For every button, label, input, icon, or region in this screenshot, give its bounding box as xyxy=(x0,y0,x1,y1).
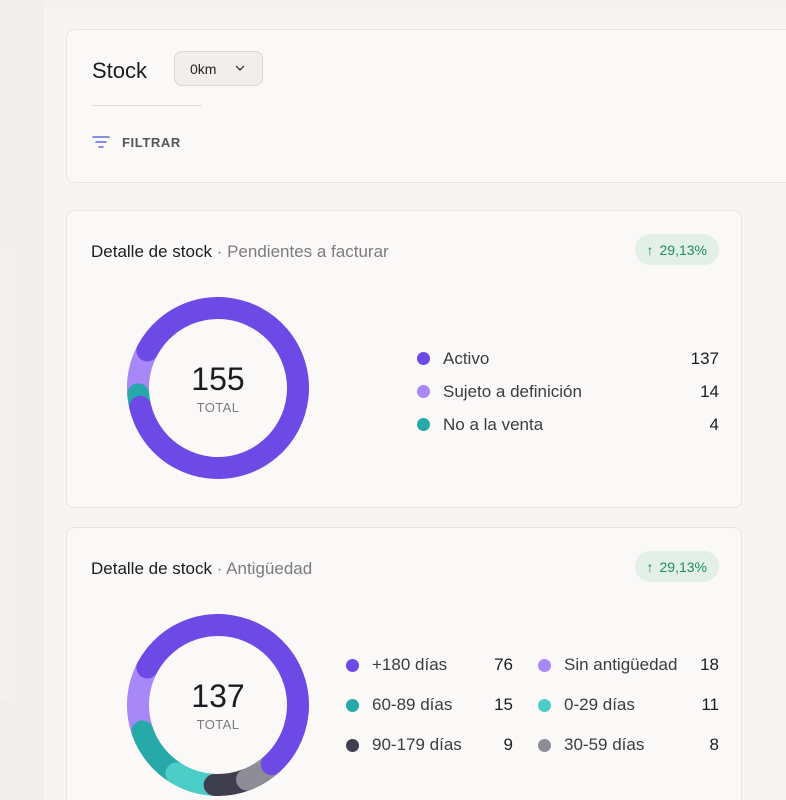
condition-select[interactable]: 0km xyxy=(174,51,263,86)
total-label: TOTAL xyxy=(196,717,240,732)
donut-center: 137 TOTAL xyxy=(127,614,309,796)
legend-item[interactable]: No a la venta 4 xyxy=(417,408,719,441)
legend-label: +180 días xyxy=(372,655,448,674)
legend-label: 30-59 días xyxy=(564,735,645,754)
donut-center: 155 TOTAL xyxy=(127,297,309,479)
legend-value: 76 xyxy=(494,655,513,674)
left-strip xyxy=(0,0,44,800)
card-subtitle: Pendientes a facturar xyxy=(227,242,389,261)
legend-value: 14 xyxy=(700,381,719,401)
condition-select-value: 0km xyxy=(190,60,217,77)
legend-label: 0-29 días xyxy=(564,695,635,714)
legend-item[interactable]: Sujeto a definición 14 xyxy=(417,375,719,408)
stock-detail-pending-card: Detalle de stock · Pendientes a facturar… xyxy=(66,210,742,508)
legend-item[interactable]: 90-179 días 9 xyxy=(346,725,513,765)
legend-label: Sujeto a definición xyxy=(443,381,582,401)
arrow-up-icon: ↑ xyxy=(646,558,654,575)
legend-dot xyxy=(346,738,359,752)
arrow-up-icon: ↑ xyxy=(646,241,654,258)
filter-button[interactable]: FILTRAR xyxy=(92,134,181,150)
card-title: Detalle de stock · Pendientes a facturar xyxy=(91,242,389,262)
legend-value: 9 xyxy=(503,735,513,754)
legend-label: 60-89 días xyxy=(372,695,453,714)
legend-label: No a la venta xyxy=(443,414,544,434)
legend-item[interactable]: 0-29 días 11 xyxy=(538,685,719,725)
header-card: Stock 0km FILTRAR xyxy=(66,29,786,183)
legend-dot xyxy=(538,738,551,752)
total-value: 137 xyxy=(191,678,245,714)
legend-label: Sin antigüedad xyxy=(564,655,678,674)
legend-dot xyxy=(538,698,551,712)
legend-column: Sin antigüedad 18 0-29 días 11 30-59 día… xyxy=(538,645,719,765)
legend-value: 137 xyxy=(690,348,719,368)
legend-item[interactable]: +180 días 76 xyxy=(346,645,513,685)
stock-detail-age-card: Detalle de stock · Antigüedad ↑ 29,13% 1… xyxy=(66,527,742,800)
filter-label: FILTRAR xyxy=(122,134,181,150)
chevron-down-icon xyxy=(235,65,245,71)
total-label: TOTAL xyxy=(196,400,240,415)
card-title-text: Detalle de stock xyxy=(91,242,212,261)
legend-label: 90-179 días xyxy=(372,735,462,754)
legend-value: 8 xyxy=(709,735,719,754)
legend-value: 11 xyxy=(701,695,719,714)
title-separator: · xyxy=(216,559,223,578)
legend-value: 18 xyxy=(700,655,719,674)
filter-icon xyxy=(92,136,110,148)
trend-value: 29,13% xyxy=(659,241,707,258)
legend-dot xyxy=(417,418,430,431)
card-subtitle: Antigüedad xyxy=(226,559,313,578)
legend-item[interactable]: Sin antigüedad 18 xyxy=(538,645,719,685)
legend-dot xyxy=(346,698,359,712)
legend-column: +180 días 76 60-89 días 15 90-179 días 9 xyxy=(346,645,513,765)
legend-item[interactable]: Activo 137 xyxy=(417,342,719,375)
legend: Activo 137 Sujeto a definición 14 No a l… xyxy=(417,342,719,441)
trend-badge: ↑ 29,13% xyxy=(634,234,719,265)
card-title-text: Detalle de stock xyxy=(91,559,212,578)
donut-chart: 155 TOTAL xyxy=(127,297,309,479)
legend-dot xyxy=(538,658,551,672)
title-separator: · xyxy=(216,242,223,261)
page-title: Stock xyxy=(92,58,148,83)
trend-badge: ↑ 29,13% xyxy=(634,551,719,582)
legend-item[interactable]: 30-59 días 8 xyxy=(538,725,719,765)
legend-value: 4 xyxy=(709,414,719,434)
card-title: Detalle de stock · Antigüedad xyxy=(91,559,312,579)
donut-chart: 137 TOTAL xyxy=(127,614,309,796)
legend-dot xyxy=(346,658,359,672)
legend-dot xyxy=(417,352,430,365)
header-divider xyxy=(92,105,202,106)
total-value: 155 xyxy=(191,361,245,397)
legend-item[interactable]: 60-89 días 15 xyxy=(346,685,513,725)
trend-value: 29,13% xyxy=(659,558,707,575)
legend-dot xyxy=(417,385,430,398)
legend-value: 15 xyxy=(494,695,513,714)
legend-label: Activo xyxy=(443,348,490,368)
